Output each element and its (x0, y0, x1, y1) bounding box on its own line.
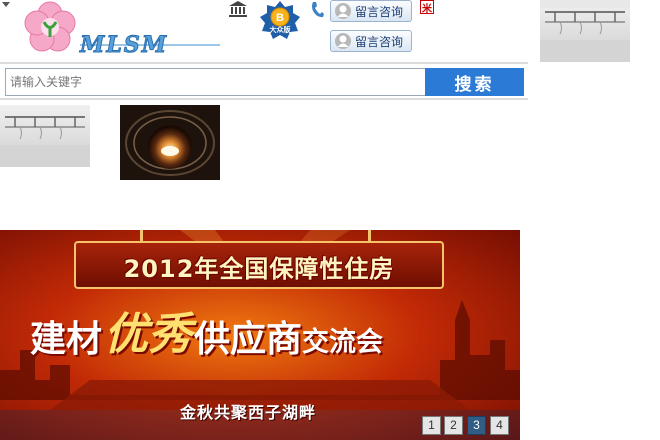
consult-button-label: 留言咨询 (355, 34, 404, 49)
user-avatar-icon (335, 33, 351, 49)
bank-icon[interactable] (229, 1, 247, 17)
banner-page-1[interactable]: 1 (422, 416, 441, 435)
dropdown-arrow-icon[interactable] (2, 2, 10, 7)
product-image-rack[interactable] (540, 0, 630, 62)
banner-subtitle: 金秋共聚西子湖畔 (180, 403, 317, 422)
product-image-rack-2[interactable] (0, 105, 90, 167)
banner-page-2[interactable]: 2 (444, 416, 463, 435)
consult-button-1[interactable]: 留言咨询 (330, 0, 412, 22)
banner-title: 2012年全国保障性住房 (123, 255, 395, 283)
search-bar: 搜索 (0, 62, 528, 100)
flag-glyph: 米 (422, 4, 432, 15)
banner-headline-part2: 优秀 (104, 309, 193, 360)
product-image-lamp[interactable] (120, 105, 220, 180)
coin-badge-label: 大众版 (269, 26, 291, 34)
banner-headline-part4: 交流会 (302, 327, 384, 358)
coin-badge-letter: B (276, 12, 284, 24)
banner-page-4[interactable]: 4 (490, 416, 509, 435)
search-input[interactable] (5, 68, 427, 96)
flag-icon[interactable]: 米 (420, 0, 434, 15)
banner-headline-part1: 建材 (30, 318, 103, 360)
user-avatar-icon (335, 3, 351, 19)
consult-button-2[interactable]: 留言咨询 (330, 30, 412, 52)
phone-icon[interactable] (310, 1, 324, 19)
banner-page-3[interactable]: 3 (467, 416, 486, 435)
consult-button-label: 留言咨询 (355, 4, 404, 19)
banner-headline: 建材 优秀 供应商 交流会 (30, 309, 500, 362)
coin-badge-icon[interactable]: B (260, 1, 300, 41)
logo-wordmark: MLSM (79, 32, 169, 59)
banner-headline-part3: 供应商 (194, 318, 303, 360)
search-button[interactable]: 搜索 (425, 68, 524, 96)
